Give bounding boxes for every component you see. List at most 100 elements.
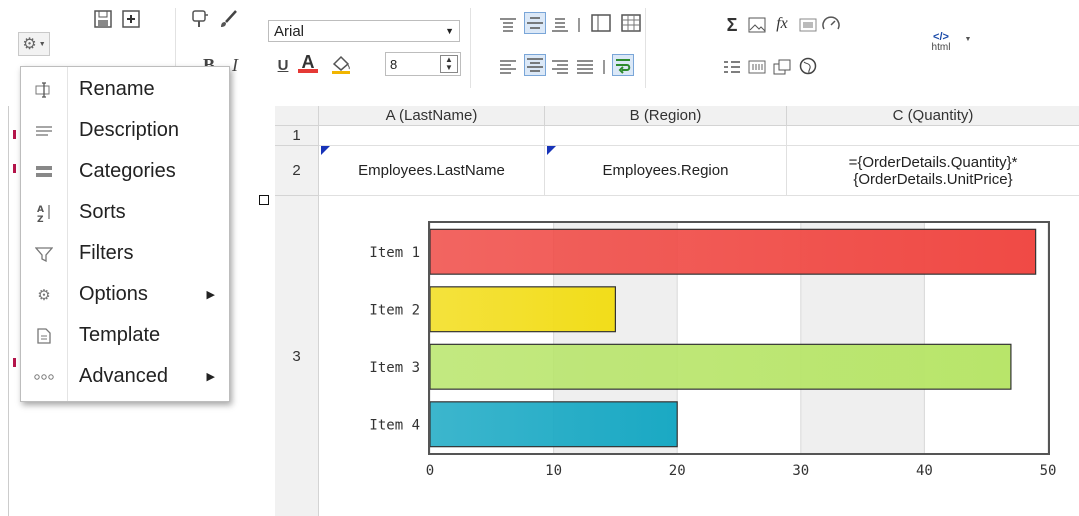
rename-icon	[21, 81, 67, 98]
chevron-down-icon[interactable]: ▼	[962, 28, 974, 50]
chevron-down-icon: ▼	[445, 26, 454, 36]
bar-2	[429, 286, 616, 333]
align-top-icon[interactable]	[497, 14, 519, 36]
html-export-button[interactable]: </> html	[916, 28, 966, 56]
align-left-icon[interactable]	[497, 56, 519, 78]
submenu-arrow-icon: ▶	[206, 371, 215, 383]
image-icon[interactable]	[746, 14, 768, 36]
menu-item-filters[interactable]: Filters	[21, 233, 229, 274]
row-header-2[interactable]: 2	[275, 146, 319, 196]
chevron-down-icon: ▼	[38, 40, 46, 48]
list-indent-icon[interactable]	[721, 56, 743, 78]
bar-chart[interactable]: Item 1 Item 2 Item 3 Item 4 0 10 20 30 40 50	[318, 195, 1078, 495]
menu-item-advanced[interactable]: Advanced ▶	[21, 356, 229, 397]
gear-icon: ⚙	[22, 36, 37, 53]
barcode-icon[interactable]	[746, 56, 768, 78]
gauge-icon[interactable]	[820, 13, 842, 35]
bar-3	[429, 343, 1012, 390]
cell-c1[interactable]	[787, 126, 1079, 146]
template-icon	[21, 327, 67, 344]
align-justify-icon[interactable]	[574, 56, 596, 78]
column-header-b[interactable]: B (Region)	[545, 106, 787, 126]
field-marker	[321, 146, 330, 155]
menu-item-label: Sorts	[79, 201, 126, 223]
separator-bar	[600, 56, 608, 78]
svg-text:Z: Z	[37, 215, 44, 223]
menu-item-label: Rename	[79, 78, 155, 100]
row-marker	[13, 130, 16, 139]
menu-item-label: Advanced	[79, 365, 168, 387]
code-icon: </>	[933, 30, 949, 43]
function-icon[interactable]: fx	[771, 13, 793, 35]
category-label: Item 3	[369, 360, 420, 376]
x-tick-label: 30	[792, 463, 809, 479]
x-tick-label: 50	[1040, 463, 1057, 479]
gear-menu-button[interactable]: ⚙ ▼	[18, 32, 50, 56]
menu-item-label: Categories	[79, 160, 176, 182]
font-size-value: 8	[390, 56, 398, 72]
fill-color-icon[interactable]	[330, 53, 352, 75]
context-menu: Rename Description Categories AZ Sorts F…	[20, 66, 230, 402]
cell-a2[interactable]: Employees.LastName	[319, 146, 545, 196]
menu-item-sorts[interactable]: AZ Sorts	[21, 192, 229, 233]
separator	[470, 8, 471, 88]
font-size-stepper[interactable]: 8 ▲ ▼	[385, 52, 461, 76]
menu-item-label: Template	[79, 324, 161, 346]
separator	[645, 8, 646, 88]
align-bottom-icon[interactable]	[549, 14, 571, 36]
row-header-1[interactable]: 1	[275, 126, 319, 146]
x-tick-label: 20	[669, 463, 686, 479]
save-icon[interactable]	[92, 8, 114, 30]
corner-header	[275, 106, 319, 126]
add-icon[interactable]	[120, 8, 142, 30]
advanced-icon	[21, 373, 67, 381]
bar-4	[429, 401, 678, 448]
brush-icon[interactable]	[218, 8, 240, 30]
align-middle-icon[interactable]	[524, 12, 546, 34]
cell-b2-text: Employees.Region	[602, 162, 729, 179]
cell-b2[interactable]: Employees.Region	[545, 146, 787, 196]
spinner-arrows-icon[interactable]: ▲ ▼	[440, 55, 458, 73]
font-color-swatch	[298, 69, 318, 73]
separator-bar	[575, 14, 583, 36]
x-tick-label: 10	[545, 463, 562, 479]
align-right-icon[interactable]	[549, 56, 571, 78]
menu-item-label: Description	[79, 119, 180, 141]
table-grid-icon[interactable]	[620, 12, 642, 34]
categories-icon	[21, 165, 67, 179]
format-painter-icon[interactable]	[190, 8, 212, 30]
category-label: Item 1	[369, 245, 420, 261]
submenu-arrow-icon: ▶	[206, 289, 215, 301]
x-tick-label: 40	[916, 463, 933, 479]
bar-1	[429, 228, 1037, 275]
cell-c2-line1: ={OrderDetails.Quantity}*	[848, 153, 1018, 171]
font-family-select[interactable]: Arial ▼	[268, 20, 460, 42]
font-family-value: Arial	[274, 22, 305, 40]
menu-item-description[interactable]: Description	[21, 110, 229, 151]
menu-item-options[interactable]: ⚙ Options ▶	[21, 274, 229, 315]
menu-item-categories[interactable]: Categories	[21, 151, 229, 192]
row-header-3[interactable]: 3	[275, 196, 319, 516]
filter-icon	[21, 246, 67, 262]
cell-a1[interactable]	[319, 126, 545, 146]
underline-icon[interactable]: U	[272, 54, 294, 76]
sparkline-icon[interactable]	[797, 14, 819, 36]
menu-item-template[interactable]: Template	[21, 315, 229, 356]
column-header-a[interactable]: A (LastName)	[319, 106, 545, 126]
subreport-icon[interactable]	[771, 56, 793, 78]
column-header-c[interactable]: C (Quantity)	[787, 106, 1079, 126]
resize-handle[interactable]	[259, 195, 269, 205]
font-color-icon[interactable]: A	[297, 52, 319, 74]
html-label: html	[931, 41, 951, 53]
cell-b1[interactable]	[545, 126, 787, 146]
cell-c2[interactable]: ={OrderDetails.Quantity}* {OrderDetails.…	[787, 146, 1079, 196]
sort-az-icon: AZ	[21, 203, 67, 223]
row-marker	[13, 164, 16, 173]
sum-icon[interactable]: Σ	[721, 14, 743, 36]
menu-item-rename[interactable]: Rename	[21, 69, 229, 110]
globe-icon[interactable]	[797, 55, 819, 77]
borders-icon[interactable]	[590, 12, 612, 34]
x-tick-label: 0	[426, 463, 434, 479]
word-wrap-icon[interactable]	[612, 54, 634, 76]
align-center-icon[interactable]	[524, 54, 546, 76]
